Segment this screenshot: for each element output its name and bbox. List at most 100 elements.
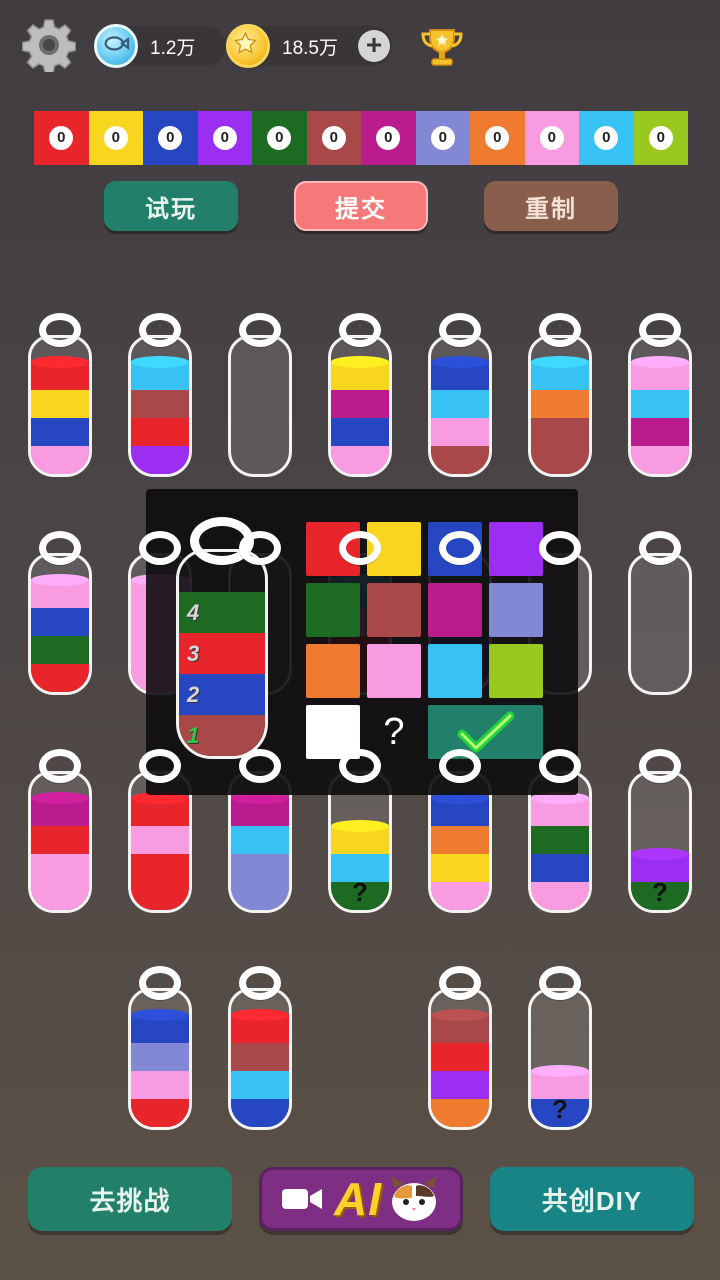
coin-amount: 18.5万 xyxy=(282,37,338,59)
color-swatch[interactable] xyxy=(306,583,360,637)
color-palette: 0 0 0 0 0 0 0 0 0 0 0 0 xyxy=(34,111,688,165)
palette-chip[interactable]: 0 xyxy=(579,111,634,165)
bottle-neck xyxy=(39,313,81,347)
color-swatch[interactable] xyxy=(306,644,360,698)
bottle[interactable] xyxy=(528,313,592,481)
liquid-layer xyxy=(531,362,589,390)
checkmark-icon xyxy=(457,711,514,753)
bottle[interactable]: ? xyxy=(628,749,692,917)
confirm-button[interactable] xyxy=(428,705,543,759)
palette-chip[interactable]: 0 xyxy=(524,111,579,165)
color-swatch[interactable] xyxy=(489,583,543,637)
editor-layer[interactable]: 3 xyxy=(179,633,265,674)
color-swatch[interactable] xyxy=(489,644,543,698)
color-swatch[interactable] xyxy=(428,644,482,698)
bottle-glass: 1 2 3 4 xyxy=(176,549,268,759)
bottle[interactable] xyxy=(128,966,192,1134)
palette-chip[interactable]: 0 xyxy=(34,111,89,165)
liquid-layer xyxy=(531,390,589,418)
bottle-neck xyxy=(539,749,581,783)
submit-button[interactable]: 提交 xyxy=(294,181,428,231)
palette-chip[interactable]: 0 xyxy=(197,111,252,165)
bottle-neck xyxy=(139,313,181,347)
bottle-glass xyxy=(28,335,92,477)
liquid-layer xyxy=(231,1043,289,1071)
bottle-glass xyxy=(628,335,692,477)
bottle-glass xyxy=(628,553,692,695)
color-swatch[interactable] xyxy=(489,522,543,576)
try-button[interactable]: 试玩 xyxy=(104,181,238,231)
bottle[interactable] xyxy=(228,313,292,481)
color-swatch[interactable] xyxy=(367,644,421,698)
liquid-layer xyxy=(131,418,189,446)
bottle[interactable] xyxy=(628,313,692,481)
add-coins-button[interactable]: + xyxy=(358,30,390,62)
bottle[interactable] xyxy=(428,313,492,481)
ai-button[interactable]: AI xyxy=(259,1167,463,1231)
bottle-neck xyxy=(639,531,681,565)
liquid-layer xyxy=(431,390,489,418)
liquid-layer xyxy=(431,418,489,446)
unknown-color-button[interactable]: ? xyxy=(367,705,421,759)
palette-chip[interactable]: 0 xyxy=(361,111,416,165)
bottle-neck xyxy=(39,531,81,565)
palette-count: 0 xyxy=(594,126,619,150)
bottle[interactable] xyxy=(28,749,92,917)
liquid-layer xyxy=(131,798,189,826)
liquid-layer xyxy=(131,826,189,854)
palette-count: 0 xyxy=(648,126,673,150)
liquid-layer xyxy=(431,798,489,826)
palette-chip[interactable]: 0 xyxy=(143,111,198,165)
liquid-layer xyxy=(31,854,89,882)
bottle[interactable] xyxy=(428,966,492,1134)
layer-number: 3 xyxy=(187,641,200,666)
gear-icon[interactable] xyxy=(22,18,76,72)
liquid-layer xyxy=(131,390,189,418)
bottle-neck xyxy=(339,531,381,565)
bottle-glass xyxy=(228,335,292,477)
editor-layer[interactable]: 4 xyxy=(179,592,265,633)
liquid-layer xyxy=(31,882,89,910)
palette-chip[interactable]: 0 xyxy=(633,111,688,165)
palette-chip[interactable]: 0 xyxy=(306,111,361,165)
editor-layer[interactable]: 2 xyxy=(179,674,265,715)
cat-face-icon xyxy=(392,1176,436,1221)
bottle[interactable] xyxy=(228,966,292,1134)
liquid-layer xyxy=(331,826,389,854)
liquid-layer xyxy=(231,854,289,882)
palette-chip[interactable]: 0 xyxy=(470,111,525,165)
color-swatch[interactable] xyxy=(367,583,421,637)
color-picker: ? xyxy=(306,522,543,759)
bottle[interactable] xyxy=(28,531,92,699)
bottle-neck xyxy=(439,966,481,1000)
layer-number: 4 xyxy=(187,600,200,625)
palette-chip[interactable]: 0 xyxy=(415,111,470,165)
palette-count: 0 xyxy=(376,126,401,150)
bottle-glass xyxy=(328,335,392,477)
liquid-layer xyxy=(631,390,689,418)
challenge-button[interactable]: 去挑战 xyxy=(28,1167,232,1231)
bottle-neck xyxy=(439,313,481,347)
palette-count: 0 xyxy=(430,126,455,150)
liquid-layer xyxy=(331,390,389,418)
trophy-icon[interactable] xyxy=(418,24,466,72)
bottle[interactable] xyxy=(28,313,92,481)
liquid-layer xyxy=(131,1015,189,1043)
liquid-layer xyxy=(131,446,189,474)
bottle[interactable] xyxy=(328,313,392,481)
liquid-layer xyxy=(431,362,489,390)
liquid-layer xyxy=(531,882,589,910)
liquid-layer xyxy=(631,418,689,446)
co-create-diy-button[interactable]: 共创DIY xyxy=(490,1167,694,1231)
liquid-layer xyxy=(31,446,89,474)
palette-chip[interactable]: 0 xyxy=(88,111,143,165)
liquid-layer xyxy=(31,636,89,664)
bottle[interactable]: ? xyxy=(528,966,592,1134)
palette-chip[interactable]: 0 xyxy=(252,111,307,165)
bottle[interactable] xyxy=(628,531,692,699)
color-swatch[interactable] xyxy=(428,583,482,637)
reset-button[interactable]: 重制 xyxy=(484,181,618,231)
bottle-glass: ? xyxy=(628,771,692,913)
bottle-neck xyxy=(339,749,381,783)
bottle[interactable] xyxy=(128,313,192,481)
